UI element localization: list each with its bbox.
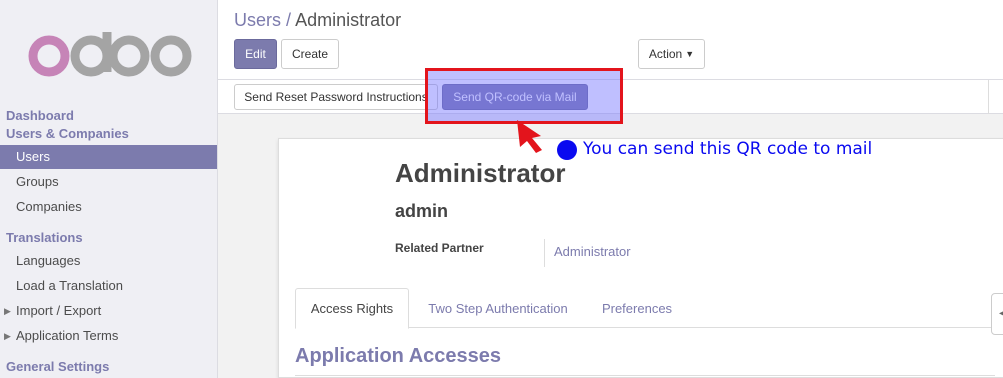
menu-section-dashboard[interactable]: Dashboard — [6, 108, 74, 123]
annotation-dot — [557, 140, 577, 160]
notebook-tabs: Access Rights Two Step Authentication Pr… — [295, 288, 995, 329]
edit-button[interactable]: Edit — [234, 39, 277, 69]
action-label: Action — [648, 47, 683, 61]
chatter-toggle[interactable]: ◀ — [991, 293, 1003, 335]
related-partner-link[interactable]: Administrator — [554, 244, 631, 259]
triangle-left-icon: ◀ — [999, 308, 1003, 319]
sidebar-item-label: Groups — [16, 174, 59, 189]
sidebar-item-label: Languages — [16, 253, 81, 268]
odoo-logo[interactable] — [25, 30, 193, 82]
sidebar-item-import-export[interactable]: ▶ Import / Export — [0, 299, 217, 323]
sidebar-item-companies[interactable]: Companies — [0, 195, 217, 219]
send-reset-password-button[interactable]: Send Reset Password Instructions — [234, 84, 438, 110]
sidebar-item-label: Import / Export — [16, 303, 102, 318]
main-content: Users / Administrator Edit Create Action… — [218, 0, 1003, 378]
highlight-box — [425, 68, 623, 124]
sidebar-item-label: Application Terms — [16, 328, 119, 343]
breadcrumb-separator: / — [286, 10, 292, 30]
form-sheet: Administrator admin Related Partner Admi… — [278, 138, 1003, 378]
triangle-right-icon: ▶ — [4, 306, 11, 316]
section-divider — [295, 375, 995, 376]
sidebar-item-languages[interactable]: Languages — [0, 249, 217, 273]
tab-two-step-authentication[interactable]: Two Step Authentication — [413, 288, 583, 328]
action-dropdown[interactable]: Action ▼ — [638, 39, 705, 69]
tab-preferences[interactable]: Preferences — [587, 288, 687, 328]
sidebar-item-load-translation[interactable]: Load a Translation — [0, 274, 217, 298]
breadcrumb: Users / Administrator — [234, 10, 401, 31]
menu-section-general-settings[interactable]: General Settings — [6, 359, 109, 374]
tab-access-rights[interactable]: Access Rights — [295, 288, 409, 329]
menu-section-translations[interactable]: Translations — [6, 230, 83, 245]
field-divider — [544, 239, 545, 267]
sidebar-item-label: Load a Translation — [16, 278, 123, 293]
related-partner-label: Related Partner — [395, 241, 484, 255]
sidebar-item-users[interactable]: Users — [0, 145, 217, 169]
record-title: Administrator — [395, 158, 566, 188]
annotation-text: You can send this QR code to mail — [583, 139, 873, 159]
triangle-right-icon: ▶ — [4, 331, 11, 341]
sidebar: Dashboard Users & Companies Users Groups… — [0, 0, 218, 378]
record-login: admin — [395, 201, 449, 221]
sidebar-item-label: Users — [16, 149, 50, 164]
statusbar-divider — [988, 80, 989, 114]
breadcrumb-parent[interactable]: Users — [234, 10, 281, 30]
create-button[interactable]: Create — [281, 39, 339, 69]
menu-section-users-companies[interactable]: Users & Companies — [6, 126, 129, 141]
pointer-arrow-icon — [517, 120, 542, 153]
sidebar-item-label: Companies — [16, 199, 82, 214]
sidebar-item-groups[interactable]: Groups — [0, 170, 217, 194]
caret-down-icon: ▼ — [685, 49, 695, 59]
sidebar-item-application-terms[interactable]: ▶ Application Terms — [0, 324, 217, 348]
breadcrumb-current: Administrator — [295, 10, 402, 30]
section-title: Application Accesses — [295, 345, 502, 367]
